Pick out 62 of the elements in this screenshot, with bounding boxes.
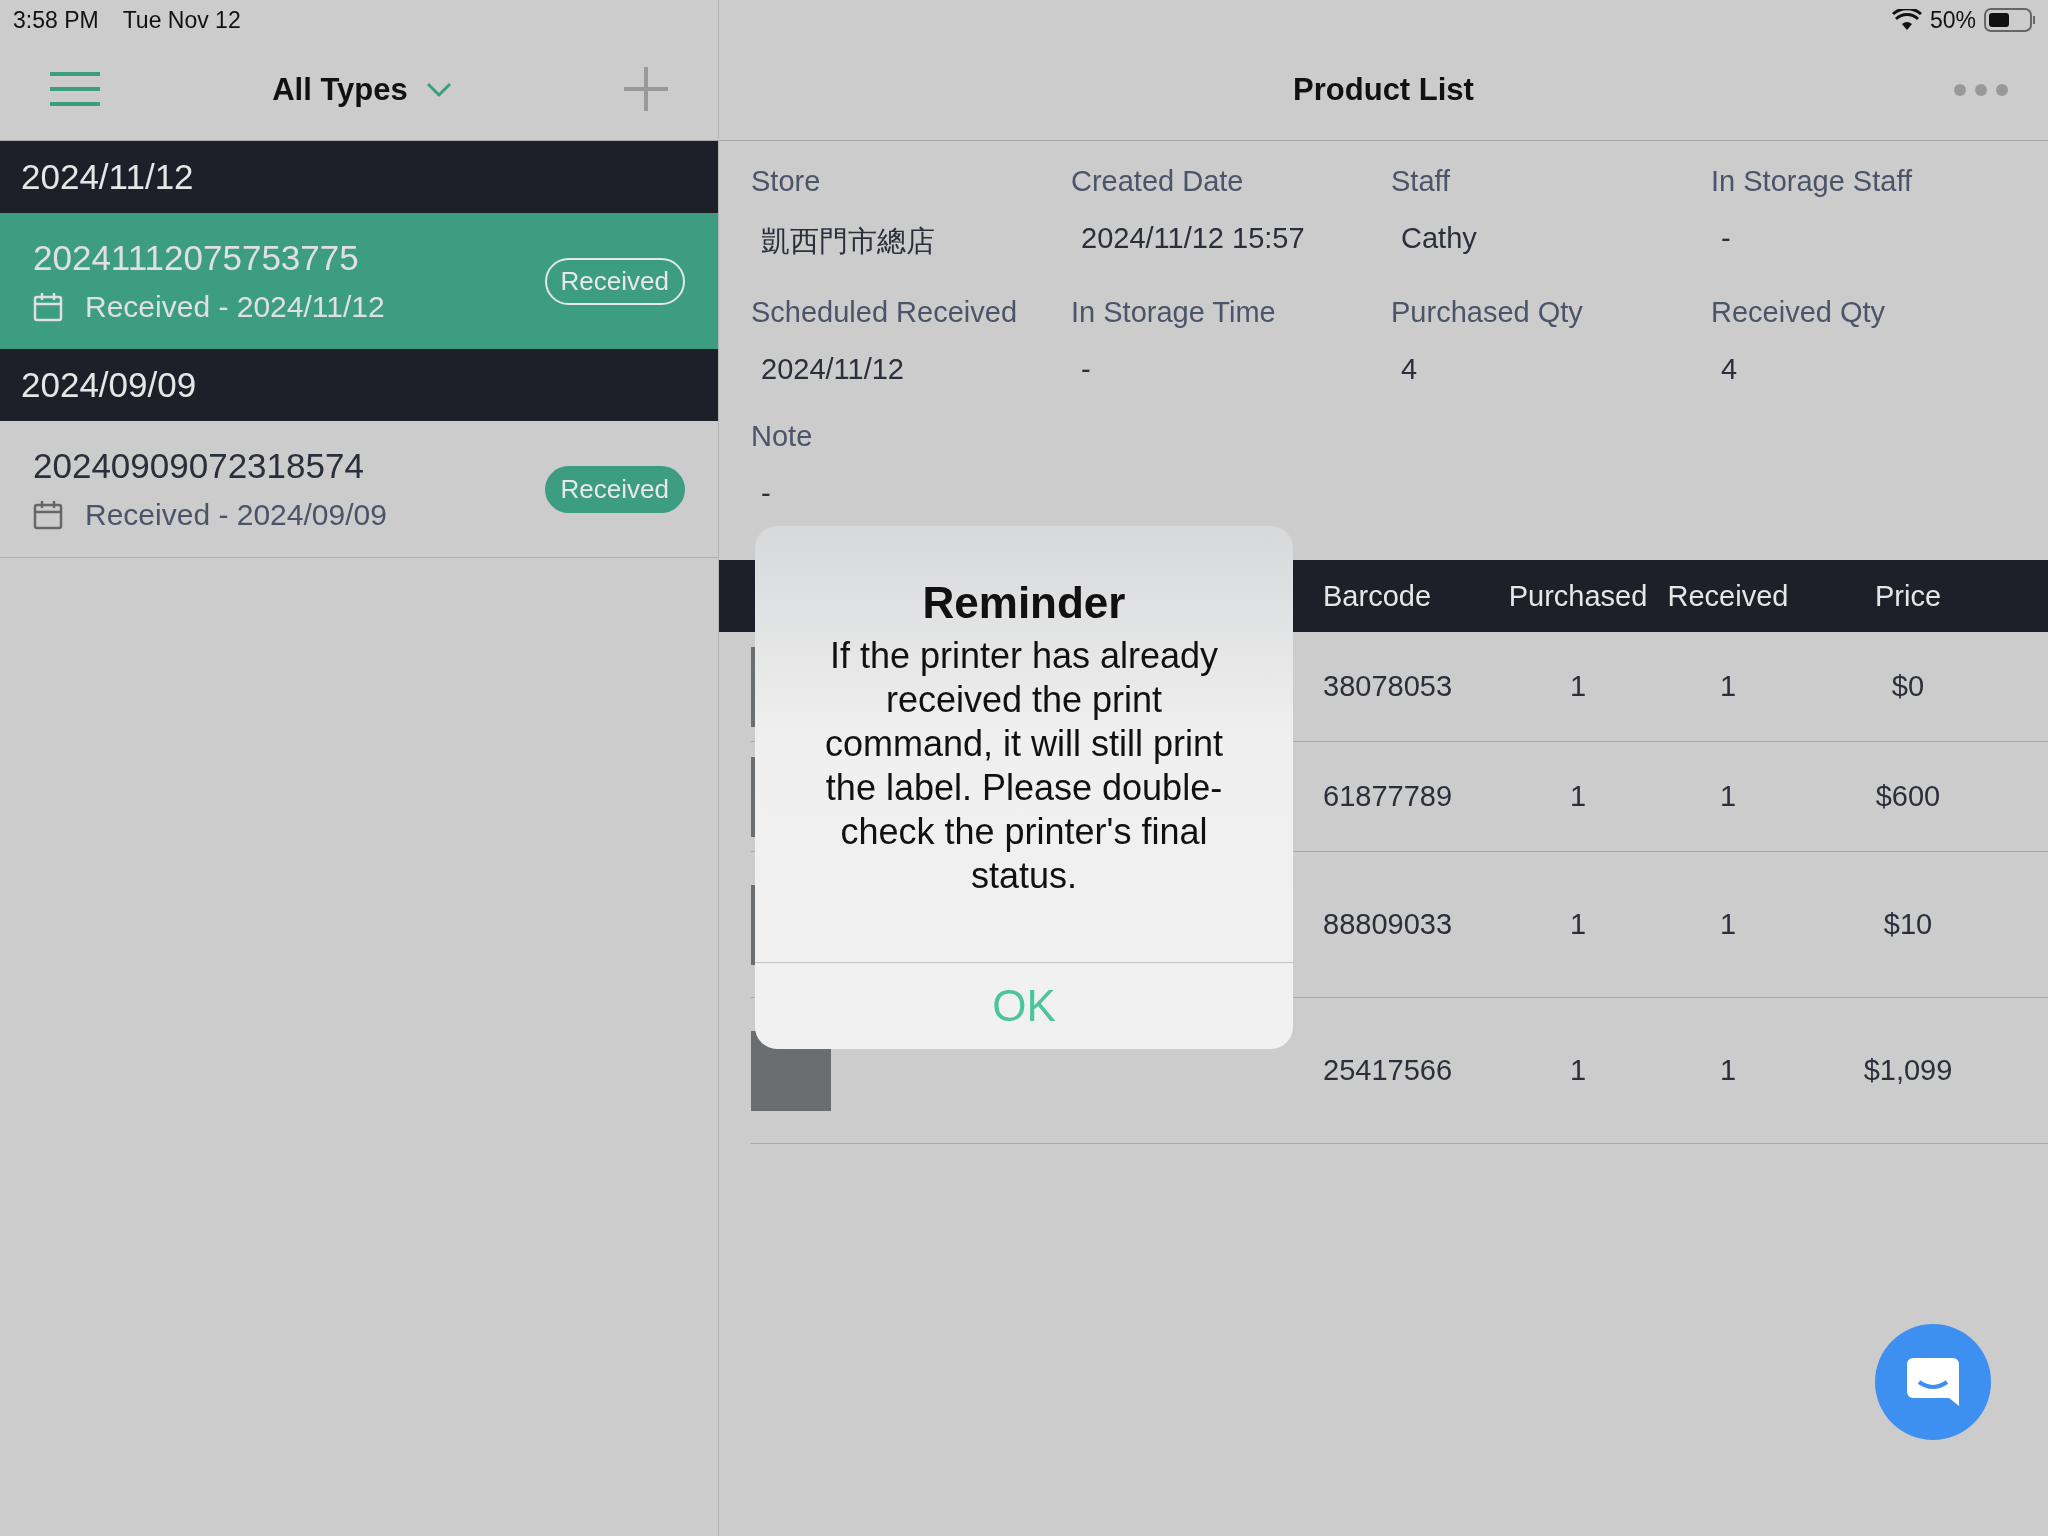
field-value: - <box>1721 222 1731 254</box>
order-list-item[interactable]: 20240909072318574 Received - 2024/09/09 Received <box>0 421 718 558</box>
table-cell-text: 1 <box>1568 908 1588 941</box>
wifi-icon <box>1891 9 1922 31</box>
status-badge: Received <box>544 257 685 305</box>
field-label: Note <box>751 420 814 453</box>
field-label: Purchased Qty <box>1391 296 1584 329</box>
field-label: Scheduled Received <box>751 296 1018 329</box>
table-cell-text: 1 <box>1718 670 1738 703</box>
field-value: 4 <box>1401 353 1418 385</box>
table-cell-text: 1 <box>1718 780 1738 813</box>
order-number: 20240909072318574 <box>33 446 365 486</box>
field-label: Store <box>751 165 822 198</box>
table-cell-text: $1,099 <box>1862 1054 1954 1087</box>
field-label: Created Date <box>1071 165 1245 198</box>
type-filter-dropdown[interactable]: All Types <box>268 68 456 112</box>
table-cell-text: 1 <box>1568 780 1588 813</box>
column-header: Barcode <box>1323 579 1432 613</box>
column-header: Received <box>1666 579 1790 613</box>
table-cell-text: 1 <box>1718 1054 1738 1087</box>
table-cell-text: $0 <box>1890 670 1926 703</box>
field-value: 4 <box>1721 353 1738 385</box>
order-received-date: Received - 2024/11/12 <box>85 290 385 324</box>
field-label: Received Qty <box>1711 296 1887 329</box>
date-section-header: 2024/11/12 <box>0 141 718 213</box>
field-value: - <box>761 477 771 509</box>
table-cell-text: 25417566 <box>1323 1054 1454 1087</box>
dialog-title: Reminder <box>922 578 1126 628</box>
table-cell-text: 1 <box>1568 670 1588 703</box>
field-label: In Storage Staff <box>1711 165 1913 198</box>
battery-icon <box>1984 8 2036 32</box>
field-value: 凱西門市總店 <box>761 225 935 257</box>
table-cell-text: 1 <box>1568 1054 1588 1087</box>
page-title: Product List <box>1293 72 1474 108</box>
field-label: In Storage Time <box>1071 296 1277 329</box>
order-received-date: Received - 2024/09/09 <box>85 498 387 532</box>
field-value: 2024/11/12 <box>761 353 904 385</box>
chevron-down-icon <box>425 82 452 98</box>
add-icon[interactable] <box>624 66 668 114</box>
table-cell-text: 38078053 <box>1323 670 1454 703</box>
field-label: Staff <box>1391 165 1452 198</box>
table-cell-text: 61877789 <box>1323 780 1454 813</box>
field-value: Cathy <box>1401 222 1477 254</box>
column-header: Purchased <box>1507 579 1649 613</box>
table-cell-text: $600 <box>1874 780 1942 813</box>
field-value: 2024/11/12 15:57 <box>1081 222 1305 254</box>
table-cell-text: 1 <box>1718 908 1738 941</box>
column-header: Price <box>1873 579 1943 613</box>
calendar-icon <box>33 292 63 322</box>
table-cell-text: $10 <box>1882 908 1934 941</box>
table-cell-text: 88809033 <box>1323 908 1454 941</box>
dialog-message: If the printer has already received the print command, it will still print the label. Please double-check the printer's final status. <box>823 634 1225 898</box>
field-value: - <box>1081 353 1091 385</box>
status-badge: Received <box>544 465 685 513</box>
more-options-icon[interactable] <box>1954 84 2008 96</box>
status-date: Tue Nov 12 <box>122 6 241 34</box>
date-section-header: 2024/09/09 <box>0 349 718 421</box>
battery-percentage: 50% <box>1929 6 1976 34</box>
chat-bubble-icon <box>1905 1356 1961 1408</box>
order-number: 20241112075753775 <box>33 238 360 278</box>
calendar-icon <box>33 500 63 530</box>
status-time: 3:58 PM <box>13 6 99 34</box>
